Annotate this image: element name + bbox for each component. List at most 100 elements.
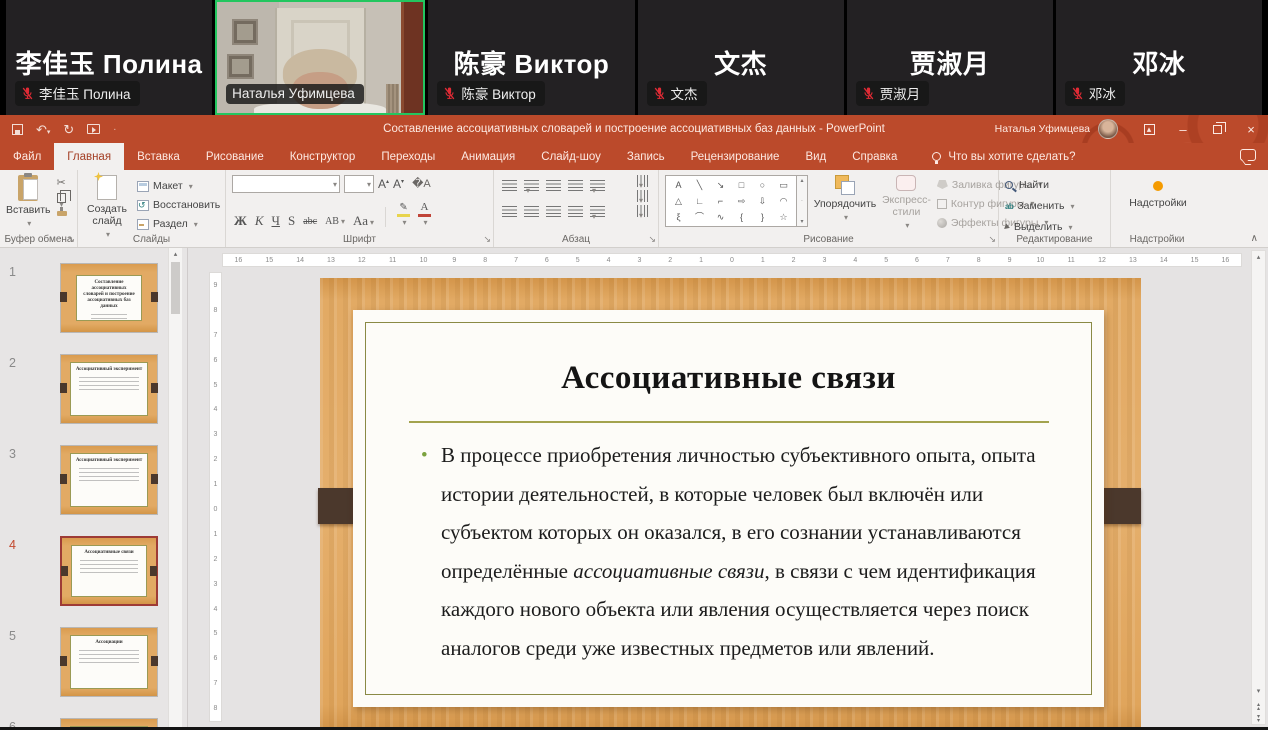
save-icon[interactable] <box>12 124 23 135</box>
scrollbar-thumb[interactable] <box>171 262 180 314</box>
font-name-input[interactable] <box>232 175 340 193</box>
participant-tile[interactable]: 李佳玉 Полина 李佳玉 Полина <box>6 0 212 115</box>
tab-9[interactable]: Рецензирование <box>678 143 793 170</box>
text-box-icon[interactable]: A <box>675 181 681 190</box>
text-shadow-button[interactable]: S <box>288 214 295 227</box>
format-painter-icon[interactable] <box>57 211 67 216</box>
layout-button[interactable]: Макет <box>137 178 220 194</box>
tab-6[interactable]: Анимация <box>448 143 528 170</box>
tab-3[interactable]: Рисование <box>193 143 277 170</box>
start-slideshow-icon[interactable] <box>87 124 100 134</box>
tab-file[interactable]: Файл <box>0 143 54 170</box>
curve-icon[interactable]: ∿ <box>717 213 725 222</box>
editor-scrollbar[interactable]: ▴ ▾ ▴▴ ▾▾ <box>1251 250 1266 725</box>
participant-tile[interactable]: 贾淑月 贾淑月 <box>847 0 1053 115</box>
scroll-up-icon[interactable]: ▴ <box>1252 253 1265 261</box>
down-arrow-icon[interactable]: ⇩ <box>759 197 767 206</box>
tab-2[interactable]: Вставка <box>124 143 193 170</box>
select-button[interactable]: Выделить <box>1005 219 1106 235</box>
tab-8[interactable]: Запись <box>614 143 678 170</box>
shapes-gallery[interactable]: A╲↘□○▭△∟⌐⇨⇩◠ξ⌒∿{}☆ <box>665 175 797 227</box>
slide-thumbnail[interactable]: Ассоциативный эксперимент <box>60 354 158 424</box>
tab-10[interactable]: Вид <box>792 143 839 170</box>
clear-formatting-icon[interactable]: �​A <box>412 179 431 190</box>
align-right-icon[interactable] <box>546 206 561 217</box>
quick-styles-button[interactable]: Экспресс-стили <box>882 175 931 230</box>
comments-icon[interactable] <box>1240 149 1256 161</box>
close-button[interactable]: × <box>1234 115 1268 143</box>
participant-tile[interactable]: 文杰 文杰 <box>638 0 844 115</box>
line-icon[interactable]: ╲ <box>697 181 702 190</box>
collapse-ribbon-icon[interactable]: ∧ <box>1251 233 1258 244</box>
increase-indent-icon[interactable] <box>568 180 583 191</box>
change-case-button[interactable]: Аа <box>353 214 374 227</box>
strikethrough-button[interactable]: abc <box>303 217 317 227</box>
partial-circle-icon[interactable]: ◠ <box>780 197 788 206</box>
slide-thumbnail[interactable]: Ассоциативный эксперимент <box>60 445 158 515</box>
drawing-dialog-launcher[interactable]: ↘ <box>988 234 996 245</box>
addins-button[interactable]: Надстройки <box>1117 175 1199 209</box>
character-spacing-button[interactable]: АВ <box>325 217 345 227</box>
font-color-button[interactable]: А <box>418 202 431 227</box>
columns-icon[interactable] <box>590 206 605 217</box>
tab-1[interactable]: Главная <box>54 143 124 170</box>
bold-button[interactable]: Ж <box>234 214 247 227</box>
section-button[interactable]: Раздел <box>137 216 220 232</box>
align-text-icon[interactable] <box>637 190 648 202</box>
slide-thumbnail[interactable]: Ассоциации <box>60 627 158 697</box>
replace-button[interactable]: abЗаменить <box>1005 198 1106 214</box>
ribbon-display-options-button[interactable]: ▴ <box>1132 115 1166 143</box>
next-slide-button[interactable]: ▾▾ <box>1252 715 1265 723</box>
rounded-rectangle-icon[interactable]: ▭ <box>779 181 788 190</box>
previous-slide-button[interactable]: ▴▴ <box>1252 703 1265 711</box>
freeform-icon[interactable]: ξ <box>676 213 680 222</box>
line-arrow-icon[interactable]: ↘ <box>717 181 725 190</box>
new-slide-button[interactable]: Создать слайд <box>84 175 130 239</box>
arrange-button[interactable]: Упорядочить <box>814 175 876 222</box>
arc-icon[interactable]: ⌒ <box>695 213 704 222</box>
undo-icon[interactable]: ↶▾ <box>36 123 50 136</box>
copy-icon[interactable] <box>57 193 66 203</box>
align-left-icon[interactable] <box>502 206 517 217</box>
shrink-font-icon[interactable]: А▾ <box>393 178 404 190</box>
paragraph-dialog-launcher[interactable]: ↘ <box>648 234 656 245</box>
slide-thumbnail[interactable]: Составление ассоциативных словарей и пос… <box>60 263 158 333</box>
tab-11[interactable]: Справка <box>839 143 910 170</box>
redo-icon[interactable]: ↻ <box>63 123 74 136</box>
line-spacing-icon[interactable] <box>590 180 605 191</box>
numbering-icon[interactable] <box>524 180 539 191</box>
brace-right-icon[interactable]: } <box>761 213 764 222</box>
convert-smartart-icon[interactable] <box>637 205 648 217</box>
triangle-icon[interactable]: △ <box>675 197 682 206</box>
justify-icon[interactable] <box>568 206 583 217</box>
reset-button[interactable]: Восстановить <box>137 197 220 213</box>
highlight-color-button[interactable]: ✎ <box>397 203 410 227</box>
scroll-up-icon[interactable]: ▴ <box>169 250 182 258</box>
clipboard-dialog-launcher[interactable]: ↘ <box>67 234 75 245</box>
grow-font-icon[interactable]: А▴ <box>378 178 389 190</box>
account-avatar[interactable] <box>1098 119 1118 139</box>
account-name[interactable]: Наталья Уфимцева <box>995 123 1090 135</box>
participant-tile[interactable]: 陈豪 Виктор 陈豪 Виктор <box>428 0 634 115</box>
cut-icon[interactable]: ✂ <box>57 178 67 189</box>
align-center-icon[interactable] <box>524 206 539 217</box>
participant-tile[interactable]: 邓冰 邓冰 <box>1056 0 1262 115</box>
underline-button[interactable]: Ч <box>272 214 280 227</box>
thumbnails-scrollbar[interactable]: ▴ <box>168 248 182 727</box>
minimize-button[interactable]: – <box>1166 115 1200 143</box>
tell-me-box[interactable]: Что вы хотите сделать? <box>932 143 1075 170</box>
slide-thumbnail[interactable] <box>60 718 158 727</box>
font-size-input[interactable] <box>344 175 374 193</box>
text-direction-icon[interactable] <box>637 175 648 187</box>
tab-5[interactable]: Переходы <box>368 143 448 170</box>
right-arrow-icon[interactable]: ⇨ <box>738 197 746 206</box>
tab-4[interactable]: Конструктор <box>277 143 369 170</box>
restore-button[interactable] <box>1200 115 1234 143</box>
shapes-gallery-scroll[interactable]: ▴∙▾ <box>797 175 808 227</box>
find-button[interactable]: Найти <box>1005 177 1106 193</box>
slide-thumbnail[interactable]: Ассоциативные связи <box>60 536 158 606</box>
bullets-icon[interactable] <box>502 180 517 191</box>
decrease-indent-icon[interactable] <box>546 180 561 191</box>
oval-icon[interactable]: ○ <box>760 181 765 190</box>
paste-button[interactable]: Вставить <box>6 175 51 228</box>
